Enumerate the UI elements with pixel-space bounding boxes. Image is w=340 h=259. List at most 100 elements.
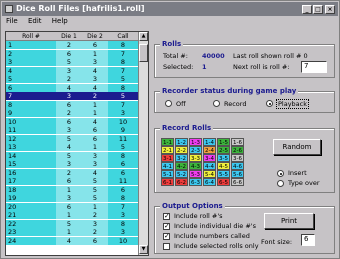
dice-combo-cell[interactable]: 3-5	[217, 154, 230, 162]
table-row[interactable]: 11 3 6 9	[6, 126, 138, 134]
dice-combo-cell[interactable]: 6-6	[231, 178, 244, 186]
dice-combo-cell[interactable]: 4-5	[217, 162, 230, 170]
insert-radio[interactable]	[277, 170, 284, 177]
table-scrollbar[interactable]: ▲ ▼	[138, 32, 148, 255]
dice-combo-cell[interactable]: 5-3	[189, 170, 202, 178]
die2-cell: 3	[82, 58, 108, 66]
dice-combo-cell[interactable]: 3-4	[203, 154, 216, 162]
table-row[interactable]: 12 5 6 11	[6, 134, 138, 143]
dice-combo-cell[interactable]: 6-3	[189, 178, 202, 186]
maximize-button[interactable]: □	[313, 5, 323, 14]
dice-combo-cell[interactable]: 1-6	[231, 138, 244, 146]
dice-combo-cell[interactable]: 6-4	[203, 178, 216, 186]
dice-combo-cell[interactable]: 3-2	[175, 154, 188, 162]
dice-combo-cell[interactable]: 4-4	[203, 162, 216, 170]
call-cell: 7	[108, 66, 138, 75]
dice-combo-cell[interactable]: 1-5	[217, 138, 230, 146]
dice-combo-cell[interactable]: 4-6	[231, 162, 244, 170]
col-call-header[interactable]: Call	[108, 32, 138, 41]
col-die1-header[interactable]: Die 1	[56, 32, 82, 41]
include-selected-only-checkbox[interactable]	[163, 243, 170, 250]
dice-combo-cell[interactable]: 6-5	[217, 178, 230, 186]
include-numbers-called-checkbox[interactable]: ✓	[163, 233, 170, 240]
dice-combo-cell[interactable]: 4-2	[175, 162, 188, 170]
recorder-off-label: Off	[176, 100, 186, 108]
roll-number-cell: 11	[6, 126, 56, 134]
table-row[interactable]: 22 5 3 8	[6, 219, 138, 228]
dice-combo-cell[interactable]: 2-2	[175, 146, 188, 154]
random-button[interactable]: Random	[273, 139, 321, 155]
dice-combo-cell[interactable]: 2-4	[203, 146, 216, 154]
window-title: Dice Roll Files [hafrilis1.roll]	[16, 4, 145, 13]
table-row[interactable]: 2617	[6, 49, 138, 58]
dice-combo-cell[interactable]: 3-1	[161, 154, 174, 162]
minimize-button[interactable]: _	[302, 5, 312, 14]
table-row[interactable]: 1268	[6, 41, 138, 49]
table-row[interactable]: 10 6 4 10	[6, 117, 138, 126]
scroll-up-button[interactable]: ▲	[139, 32, 148, 41]
table-row[interactable]: 9213	[6, 109, 138, 117]
print-button[interactable]: Print	[264, 213, 314, 229]
roll-number-cell: 23	[6, 228, 56, 236]
output-options-title: Output Options	[160, 202, 225, 210]
type-over-radio[interactable]	[277, 180, 284, 187]
table-row[interactable]: 4347	[6, 66, 138, 75]
table-row[interactable]: 7325	[6, 92, 138, 100]
table-row[interactable]: 24 4 6 10	[6, 236, 138, 245]
dice-combo-cell[interactable]: 4-1	[161, 162, 174, 170]
table-row[interactable]: 3538	[6, 58, 138, 66]
recorder-off-radio[interactable]	[165, 100, 172, 107]
table-row[interactable]: 15 3 3 6	[6, 160, 138, 168]
dice-combo-cell[interactable]: 5-6	[231, 170, 244, 178]
font-size-input[interactable]: 6	[301, 234, 315, 246]
col-die2-header[interactable]: Die 2	[82, 32, 108, 41]
table-row[interactable]: 13 4 1 5	[6, 143, 138, 151]
menu-file[interactable]: File	[2, 16, 22, 27]
menu-edit[interactable]: Edit	[24, 16, 46, 27]
dice-combo-cell[interactable]: 6-2	[175, 178, 188, 186]
table-row[interactable]: 6448	[6, 83, 138, 92]
table-row[interactable]: 5235	[6, 75, 138, 83]
dice-combo-cell[interactable]: 2-5	[217, 146, 230, 154]
recorder-record-radio[interactable]	[213, 100, 220, 107]
menu-help[interactable]: Help	[48, 16, 72, 27]
next-roll-input[interactable]: 7	[301, 61, 327, 73]
dice-combo-cell[interactable]: 4-3	[189, 162, 202, 170]
dice-combo-cell[interactable]: 1-1	[161, 138, 174, 146]
roll-number-cell: 21	[6, 211, 56, 219]
dice-combo-cell[interactable]: 6-1	[161, 178, 174, 186]
type-over-label: Type over	[288, 179, 320, 187]
dice-combo-cell[interactable]: 2-3	[189, 146, 202, 154]
dice-combo-cell[interactable]: 2-6	[231, 146, 244, 154]
dice-combo-cell[interactable]: 5-2	[175, 170, 188, 178]
scroll-down-button[interactable]: ▼	[139, 245, 148, 254]
dice-combo-cell[interactable]: 1-3	[189, 138, 202, 146]
total-value: 40000	[202, 52, 225, 60]
include-die-numbers-checkbox[interactable]: ✓	[163, 223, 170, 230]
col-roll-header[interactable]: Roll #	[6, 32, 56, 41]
table-row[interactable]: 16 2 4 6	[6, 168, 138, 177]
rolls-table[interactable]: Roll # Die 1 Die 2 Call 1268261735384347…	[5, 31, 149, 256]
dice-combo-cell[interactable]: 5-1	[161, 170, 174, 178]
roll-number-cell: 17	[6, 177, 56, 185]
table-row[interactable]: 23 1 2 3	[6, 228, 138, 236]
include-roll-numbers-checkbox[interactable]: ✓	[163, 213, 170, 220]
close-button[interactable]: ×	[325, 5, 335, 14]
table-row[interactable]: 14 5 3 8	[6, 151, 138, 160]
table-row[interactable]: 19 3 5 8	[6, 194, 138, 202]
table-row[interactable]: 8617	[6, 100, 138, 109]
dice-combo-cell[interactable]: 5-5	[217, 170, 230, 178]
dice-combo-cell[interactable]: 3-3	[189, 154, 202, 162]
dice-combo-cell[interactable]: 1-2	[175, 138, 188, 146]
dice-combo-cell[interactable]: 5-4	[203, 170, 216, 178]
table-row[interactable]: 20 6 1 7	[6, 202, 138, 211]
roll-number-cell: 6	[6, 83, 56, 92]
table-row[interactable]: 21 1 2 3	[6, 211, 138, 219]
dice-combo-cell[interactable]: 3-6	[231, 154, 244, 162]
recorder-playback-radio[interactable]	[266, 100, 273, 107]
scroll-thumb[interactable]	[139, 44, 148, 62]
table-row[interactable]: 17 6 5 11	[6, 177, 138, 185]
dice-combo-cell[interactable]: 2-1	[161, 146, 174, 154]
dice-combo-cell[interactable]: 1-4	[203, 138, 216, 146]
table-row[interactable]: 18 1 5 6	[6, 185, 138, 194]
